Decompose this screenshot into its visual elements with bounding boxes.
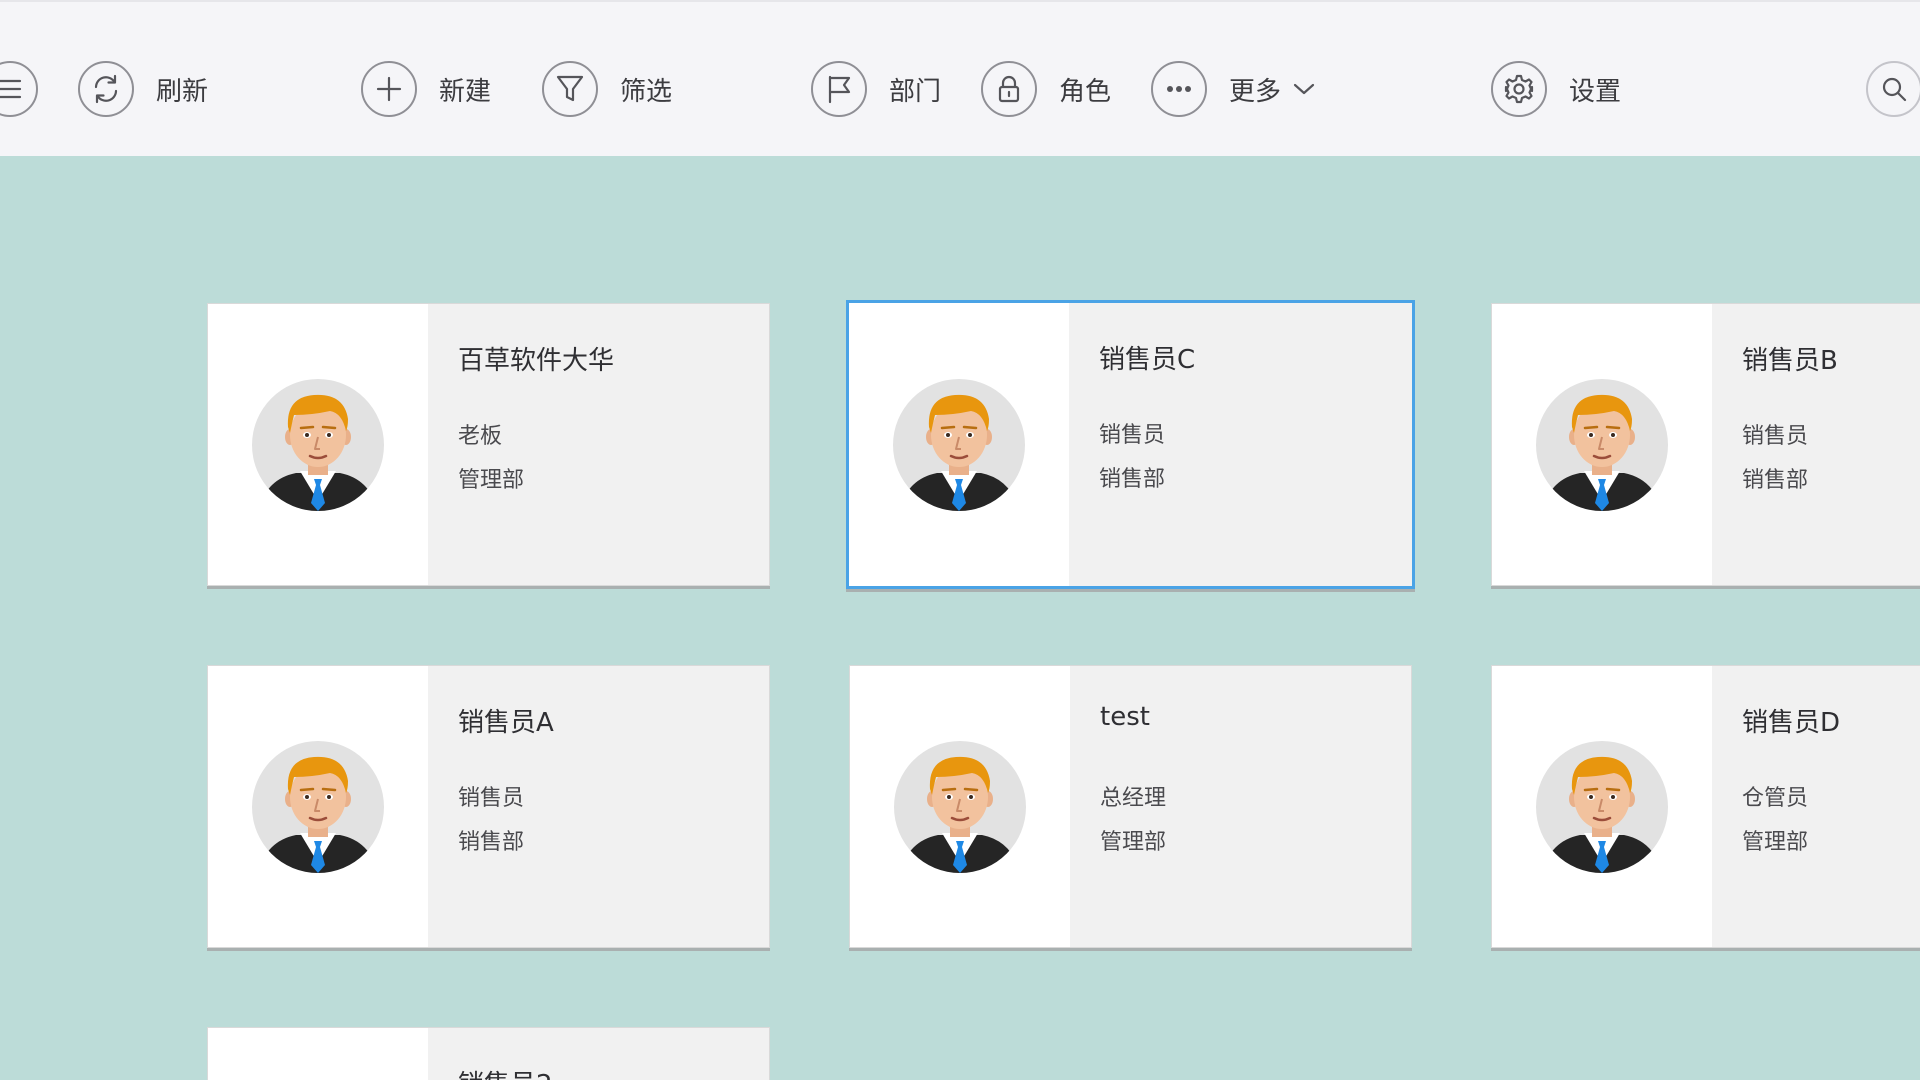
contact-card[interactable]: test 总经理 管理部 xyxy=(849,665,1412,948)
search-icon xyxy=(1866,61,1920,117)
card-info: 销售员B 销售员 销售部 xyxy=(1712,304,1920,585)
card-department: 销售部 xyxy=(1742,468,1809,493)
card-name: 销售员D xyxy=(1742,708,1841,738)
avatar xyxy=(1536,741,1668,873)
avatar xyxy=(252,741,384,873)
contact-card-selected[interactable]: 销售员C 销售员 销售部 xyxy=(846,300,1415,589)
card-photo-area xyxy=(208,666,428,947)
card-name: 销售员C xyxy=(1099,345,1196,375)
card-role: 销售员 xyxy=(458,786,525,811)
card-photo-area xyxy=(208,1028,428,1080)
lock-icon xyxy=(981,61,1037,117)
contact-card[interactable]: 销售员2 xyxy=(207,1027,770,1080)
chevron-down-icon xyxy=(1293,82,1315,96)
card-department: 管理部 xyxy=(458,468,525,493)
avatar xyxy=(894,741,1026,873)
gear-icon xyxy=(1491,61,1547,117)
card-info: 百草软件大华 老板 管理部 xyxy=(428,304,769,585)
contact-card[interactable]: 销售员A 销售员 销售部 xyxy=(207,665,770,948)
department-button[interactable]: 部门 xyxy=(811,60,941,118)
toolbar: 刷新 新建 筛选 部门 角色 更多 设置 xyxy=(0,0,1920,156)
card-name: 销售员2 xyxy=(458,1064,553,1080)
contact-card[interactable]: 销售员B 销售员 销售部 xyxy=(1491,303,1920,586)
filter-button[interactable]: 筛选 xyxy=(542,60,672,118)
menu-button[interactable] xyxy=(0,60,38,118)
more-label: 更多 xyxy=(1229,76,1282,107)
settings-button[interactable]: 设置 xyxy=(1491,60,1621,118)
refresh-button[interactable]: 刷新 xyxy=(78,60,208,118)
card-name: 销售员B xyxy=(1742,346,1838,376)
filter-icon xyxy=(542,61,598,117)
refresh-label: 刷新 xyxy=(156,76,209,107)
card-role: 老板 xyxy=(458,424,503,449)
card-photo-area xyxy=(208,304,428,585)
role-button[interactable]: 角色 xyxy=(981,60,1111,118)
new-label: 新建 xyxy=(439,76,492,107)
department-label: 部门 xyxy=(889,76,942,107)
card-photo-area xyxy=(850,666,1070,947)
card-info: 销售员A 销售员 销售部 xyxy=(428,666,769,947)
card-info: 销售员C 销售员 销售部 xyxy=(1069,303,1412,586)
more-button[interactable]: 更多 xyxy=(1151,60,1315,118)
contact-card[interactable]: 百草软件大华 老板 管理部 xyxy=(207,303,770,586)
card-department: 销售部 xyxy=(458,830,525,855)
card-photo-area xyxy=(849,303,1069,586)
contact-card[interactable]: 销售员D 仓管员 管理部 xyxy=(1491,665,1920,948)
card-department: 管理部 xyxy=(1100,830,1167,855)
card-name: 百草软件大华 xyxy=(458,346,615,376)
more-icon xyxy=(1151,61,1207,117)
card-info: test 总经理 管理部 xyxy=(1070,666,1411,947)
card-name: test xyxy=(1100,702,1150,732)
search-button[interactable] xyxy=(1866,60,1920,118)
filter-label: 筛选 xyxy=(620,76,673,107)
plus-icon xyxy=(361,61,417,117)
card-role: 销售员 xyxy=(1099,423,1166,448)
card-role: 总经理 xyxy=(1100,786,1167,811)
card-info: 销售员2 xyxy=(428,1028,769,1080)
card-photo-area xyxy=(1492,666,1712,947)
new-button[interactable]: 新建 xyxy=(361,60,491,118)
card-info: 销售员D 仓管员 管理部 xyxy=(1712,666,1920,947)
avatar xyxy=(1536,379,1668,511)
flag-icon xyxy=(811,61,867,117)
menu-icon xyxy=(0,61,38,117)
role-label: 角色 xyxy=(1059,76,1112,107)
refresh-icon xyxy=(78,61,134,117)
card-photo-area xyxy=(1492,304,1712,585)
card-department: 管理部 xyxy=(1742,830,1809,855)
card-role: 仓管员 xyxy=(1742,786,1809,811)
avatar xyxy=(893,379,1025,511)
card-name: 销售员A xyxy=(458,708,554,738)
card-role: 销售员 xyxy=(1742,424,1809,449)
card-department: 销售部 xyxy=(1099,467,1166,492)
settings-label: 设置 xyxy=(1569,76,1622,107)
avatar xyxy=(252,379,384,511)
